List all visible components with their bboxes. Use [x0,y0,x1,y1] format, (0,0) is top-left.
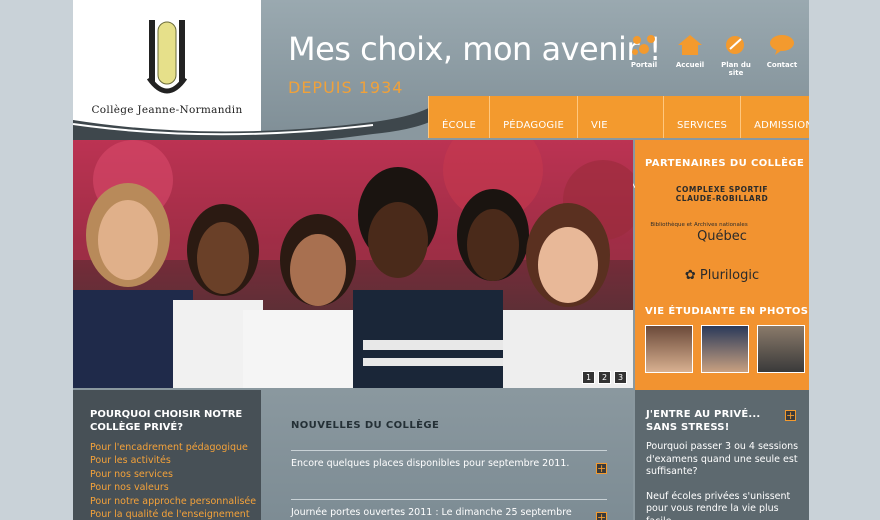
students-photo [73,140,633,388]
private-paragraph: Neuf écoles privées s'unissent pour vous… [646,490,791,520]
private-school-panel: J'ENTRE AU PRIVÉ... SANS STRESS! + Pourq… [635,390,809,520]
why-links: Pour l'encadrement pédagogique Pour les … [90,441,256,520]
slogan: Mes choix, mon avenir ! [288,30,662,68]
why-choose-panel: POURQUOI CHOISIR NOTRE COLLÈGE PRIVÉ? Po… [73,390,261,520]
partner-logo-text: COMPLEXE SPORTIF [675,185,768,194]
home-icon [678,35,702,55]
partner-logo-text: Bibliothèque et Archives nationales [650,222,748,228]
portal-icon [632,35,655,55]
slider-pager: 1 2 3 [582,371,627,384]
photo-thumbnails [645,325,805,373]
partner-logo-text: Plurilogic [699,268,760,283]
page: Collège Jeanne-Normandin Mes choix, mon … [73,0,809,520]
news-item[interactable]: Encore quelques places disponibles pour … [291,450,607,474]
partner-logo-text: Québec [697,229,747,244]
private-title: J'ENTRE AU PRIVÉ... SANS STRESS! [646,408,760,434]
why-link[interactable]: Pour nos services [90,468,256,481]
partners-title: PARTENAIRES DU COLLÈGE [645,158,805,169]
slider-page-3[interactable]: 3 [614,371,627,384]
college-emblem-icon [147,20,187,94]
nav-vie-etudiante[interactable]: VIE ÉTUDIANTE [577,96,663,191]
expand-plus-icon[interactable]: + [596,512,607,520]
partner-logo-plurilogic[interactable]: ✿ Plurilogic [635,268,809,283]
news-title: NOUVELLES DU COLLÈGE [291,420,440,431]
why-title-line: POURQUOI CHOISIR NOTRE [90,409,243,420]
news-item[interactable]: Journée portes ouvertes 2011 : Le dimanc… [291,499,607,520]
expand-plus-icon[interactable]: + [785,410,796,421]
sitemap-icon [726,36,744,54]
top-link-sitemap[interactable]: Plan du site [717,34,755,77]
slider-page-1[interactable]: 1 [582,371,595,384]
news-item-text[interactable]: Encore quelques places disponibles pour … [291,451,607,469]
top-link-portal[interactable]: Portail [625,34,663,77]
since-year: DEPUIS 1934 [288,78,404,97]
nav-ecole[interactable]: ÉCOLE [428,96,489,138]
photo-thumbnail[interactable] [701,325,749,373]
top-link-label: Accueil [675,61,705,69]
why-link[interactable]: Pour nos valeurs [90,481,256,494]
photo-thumbnail[interactable] [645,325,693,373]
hero-photo: 1 2 3 [73,140,633,388]
partner-logo-text: CLAUDE-ROBILLARD [675,194,769,203]
top-link-label: Contact [766,61,798,69]
partner-logo-complexe[interactable]: COMPLEXE SPORTIF CLAUDE-ROBILLARD [635,185,809,203]
why-choose-title: POURQUOI CHOISIR NOTRE COLLÈGE PRIVÉ? [90,408,242,434]
news-panel: NOUVELLES DU COLLÈGE Encore quelques pla… [261,390,633,520]
photo-thumbnail[interactable] [757,325,805,373]
nav-admission[interactable]: ADMISSION [740,96,809,138]
slider-page-2[interactable]: 2 [598,371,611,384]
why-link[interactable]: Pour la qualité de l'enseignement [90,508,256,520]
top-link-label: Portail [630,61,658,69]
main-nav: ÉCOLE PÉDAGOGIE VIE ÉTUDIANTE SERVICES A… [428,96,809,191]
partner-logo-banq[interactable]: Bibliothèque et Archives nationales Québ… [635,222,809,244]
top-link-home[interactable]: Accueil [671,34,709,77]
private-text: Pourquoi passer 3 ou 4 sessions d'examen… [646,441,806,520]
nav-services[interactable]: SERVICES [662,96,740,138]
why-link[interactable]: Pour l'encadrement pédagogique [90,441,256,454]
why-link[interactable]: Pour notre approche personnalisée [90,495,256,508]
expand-plus-icon[interactable]: + [596,463,607,474]
why-link[interactable]: Pour les activités [90,454,256,467]
nav-pedagogie[interactable]: PÉDAGOGIE [489,96,577,138]
private-title-line: SANS STRESS! [646,422,730,433]
plurilogic-flower-icon: ✿ [684,268,700,283]
photos-title: VIE ÉTUDIANTE EN PHOTOS [645,306,809,317]
top-link-label: Plan du site [721,61,751,77]
top-links: Portail Accueil Plan du site Contact [625,34,801,77]
news-item-text[interactable]: Journée portes ouvertes 2011 : Le dimanc… [291,500,607,518]
partners-panel: PARTENAIRES DU COLLÈGE COMPLEXE SPORTIF … [635,140,809,390]
contact-bubble-icon [770,35,794,55]
why-title-line: COLLÈGE PRIVÉ? [90,422,184,433]
private-title-line: J'ENTRE AU PRIVÉ... [646,409,761,420]
top-link-contact[interactable]: Contact [763,34,801,77]
private-paragraph: Pourquoi passer 3 ou 4 sessions d'examen… [646,441,799,477]
